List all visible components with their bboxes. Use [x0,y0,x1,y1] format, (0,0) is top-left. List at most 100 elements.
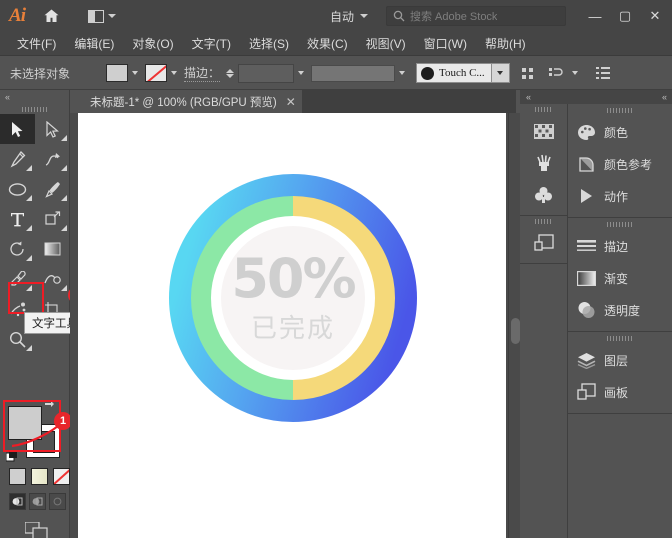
fill-color-swatch[interactable] [8,406,42,440]
draw-inside-button[interactable] [49,493,66,510]
menu-item-help[interactable]: 帮助(H) [476,32,535,56]
default-fill-stroke-icon[interactable] [6,450,20,464]
selection-tool[interactable] [0,114,35,144]
panel-item-layers[interactable]: 图层 [568,344,672,376]
panel-item-transparency[interactable]: 透明度 [568,294,672,326]
stroke-swatch[interactable] [145,64,167,82]
variable-width-profile[interactable] [311,65,395,82]
pen-tool[interactable] [0,144,35,174]
menu-item-view[interactable]: 视图(V) [357,32,415,56]
change-screen-mode-icon[interactable] [25,522,49,538]
panel-item-label: 图层 [604,352,628,369]
chevron-down-icon[interactable] [132,71,138,75]
swap-fill-stroke-icon[interactable] [43,399,55,411]
panel-collapse-bar: « « [520,90,672,104]
search-input[interactable]: 搜索 Adobe Stock [386,6,566,26]
home-icon[interactable] [34,0,68,32]
chevron-down-icon[interactable] [399,71,405,75]
menu-item-edit[interactable]: 编辑(E) [65,32,123,56]
ellipse-tool[interactable] [0,174,35,204]
toolbar-drag-grip[interactable] [0,104,69,114]
rail-drag-grip[interactable] [520,104,567,115]
panel-item-label: 画板 [604,384,628,401]
align-icon[interactable] [517,62,539,84]
stroke-weight-input[interactable] [238,64,294,83]
menu-item-window[interactable]: 窗口(W) [415,32,476,56]
panel-list: 颜色 颜色参考 动作 描边 渐变 [568,104,672,538]
selection-status: 未选择对象 [10,65,106,82]
actions-play-icon [576,186,596,206]
gradient-tool[interactable] [35,234,70,264]
none-mode-swatch[interactable] [53,468,70,485]
curvature-tool[interactable] [35,144,70,174]
panel-item-artboard[interactable]: 画板 [568,376,672,408]
fill-stroke-control[interactable] [8,406,60,458]
donut-center-value: 50% [231,252,354,306]
menu-item-type[interactable]: 文字(T) [183,32,240,56]
arrange-grid-glyph [88,10,104,23]
swatches-icon[interactable] [520,115,567,147]
collapse-left-icon[interactable]: « [526,92,530,102]
menu-item-select[interactable]: 选择(S) [240,32,298,56]
menu-item-effect[interactable]: 效果(C) [298,32,357,56]
stroke-lines-icon [576,236,596,256]
panel-item-gradient[interactable]: 渐变 [568,262,672,294]
fill-swatch[interactable] [106,64,128,82]
close-icon[interactable]: ✕ [286,95,296,109]
touch-type-chevron-icon[interactable] [492,63,510,83]
direct-selection-tool[interactable] [35,114,70,144]
chevron-down-icon[interactable] [298,71,304,75]
close-button[interactable]: ✕ [640,2,670,30]
panel-drag-grip[interactable] [568,332,672,344]
panel-item-label: 颜色 [604,124,628,141]
draw-normal-button[interactable] [9,493,26,510]
panel-item-actions[interactable]: 动作 [568,180,672,212]
title-bar: Ai 自动 搜索 Adobe Stock — ▢ ✕ [0,0,672,32]
eyedropper-tool[interactable] [0,264,35,294]
panel-item-stroke[interactable]: 描边 [568,230,672,262]
panel-item-color-guide[interactable]: 颜色参考 [568,148,672,180]
chevron-down-icon[interactable] [572,71,578,75]
stroke-weight-label: 描边： [184,64,220,82]
blend-tool[interactable] [35,264,70,294]
search-placeholder: 搜索 Adobe Stock [410,8,497,24]
type-tool[interactable] [0,204,35,234]
transform-icon[interactable] [546,62,568,84]
donut-center-label: 已完成 [251,308,335,345]
arrange-documents-icon[interactable] [78,0,122,32]
rotate-tool[interactable] [0,234,35,264]
document-tab[interactable]: 未标题-1* @ 100% (RGB/GPU 预览) ✕ [78,90,302,113]
document-setup-icon[interactable] [592,62,614,84]
panel-item-label: 颜色参考 [604,156,652,173]
panel-drag-grip[interactable] [568,218,672,230]
maximize-button[interactable]: ▢ [610,2,640,30]
panel-drag-grip[interactable] [568,104,672,116]
scale-tool[interactable] [35,204,70,234]
artboard[interactable]: 50% 已完成 [78,113,506,538]
chevron-down-icon[interactable] [171,71,177,75]
collapse-left-icon[interactable]: « [0,90,69,104]
artboards-icon[interactable] [520,227,567,259]
auto-mode-dropdown[interactable]: 自动 [330,8,368,25]
draw-behind-button[interactable] [29,493,46,510]
search-icon [393,10,405,22]
color-mode-swatch[interactable] [9,468,26,485]
paintbrush-tool[interactable] [35,174,70,204]
panel-resize-handle[interactable] [508,113,520,538]
brushes-icon[interactable] [520,147,567,179]
stroke-weight-stepper[interactable] [226,69,234,78]
opacity-dot-icon [421,67,434,80]
menu-item-file[interactable]: 文件(F) [8,32,65,56]
collapse-right-icon[interactable]: « [662,92,666,102]
menu-item-object[interactable]: 对象(O) [123,32,182,56]
canvas-area[interactable]: 50% 已完成 [70,113,520,538]
color-guide-icon [576,154,596,174]
minimize-button[interactable]: — [580,2,610,30]
panel-item-color[interactable]: 颜色 [568,116,672,148]
gradient-mode-swatch[interactable] [31,468,48,485]
touch-type-dropdown[interactable]: Touch C... [416,63,492,83]
rail-drag-grip[interactable] [520,216,567,227]
symbols-icon[interactable] [520,179,567,211]
panel-item-label: 动作 [604,188,628,205]
draw-mode-row [9,493,66,510]
